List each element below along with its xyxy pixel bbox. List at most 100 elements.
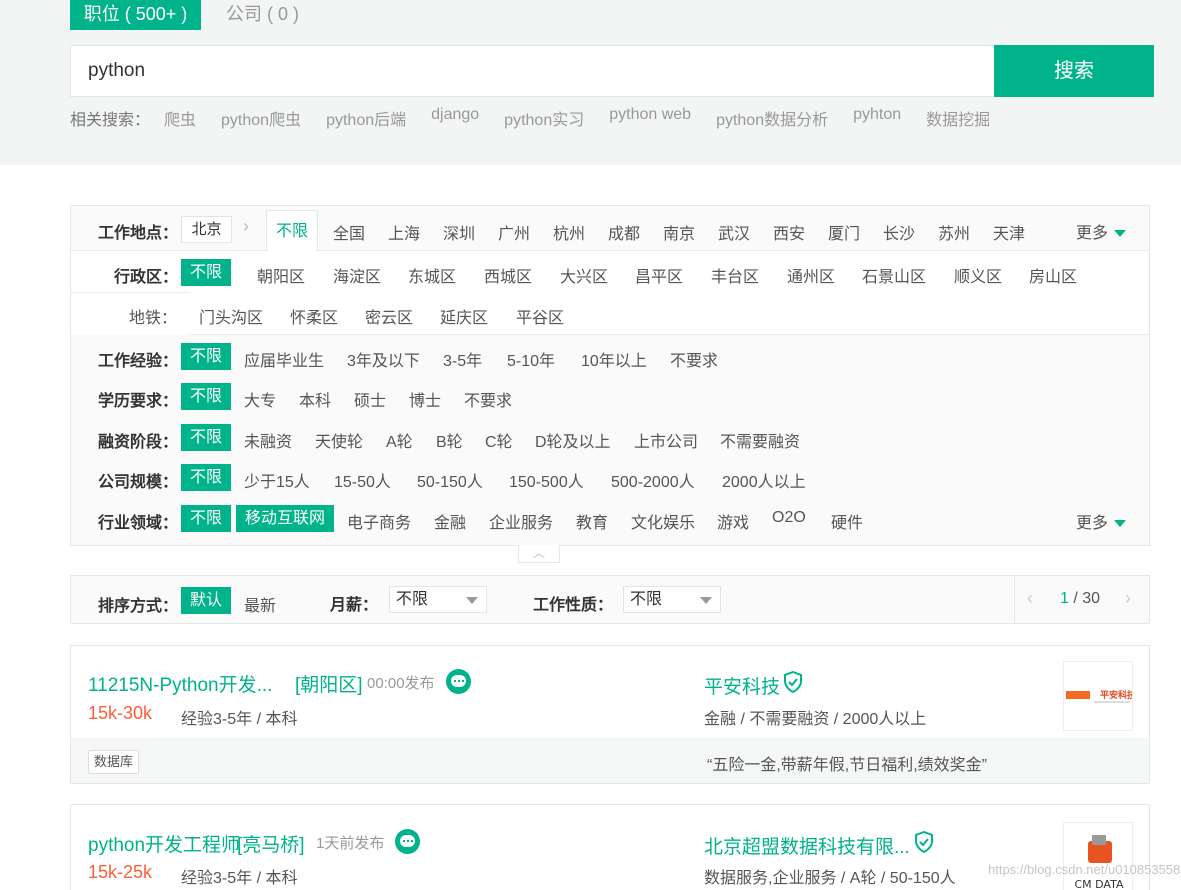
city-option[interactable]: 成都 xyxy=(608,220,640,244)
related-item[interactable]: python后端 xyxy=(326,106,406,130)
related-item[interactable]: python实习 xyxy=(504,106,584,130)
skill-tag[interactable]: 数据库 xyxy=(88,750,140,774)
related-item[interactable]: python web xyxy=(609,106,691,130)
education-active[interactable]: 不限 xyxy=(181,383,232,410)
district-option[interactable]: 顺义区 xyxy=(954,263,1002,287)
nature-select[interactable]: 不限 xyxy=(623,586,721,613)
district-option[interactable]: 东城区 xyxy=(408,263,456,287)
industry-option[interactable]: 电子商务 xyxy=(347,509,411,533)
funding-option[interactable]: B轮 xyxy=(436,428,463,452)
company-name[interactable]: 平安科技 xyxy=(704,672,780,699)
prev-page-icon[interactable]: ‹ xyxy=(1027,588,1033,609)
experience-option[interactable]: 3年及以下 xyxy=(347,347,420,371)
experience-active[interactable]: 不限 xyxy=(181,343,232,370)
industry-option[interactable]: 企业服务 xyxy=(489,509,553,533)
industry-option[interactable]: 教育 xyxy=(576,509,608,533)
district-option[interactable]: 平谷区 xyxy=(516,304,564,328)
search-input[interactable] xyxy=(70,45,994,97)
education-option[interactable]: 大专 xyxy=(244,387,276,411)
district-option[interactable]: 海淀区 xyxy=(333,263,381,287)
job-card[interactable]: 11215N-Python开发... [朝阳区] 00:00发布 15k-30k… xyxy=(70,645,1150,784)
experience-option[interactable]: 5-10年 xyxy=(507,347,555,371)
district-option[interactable]: 密云区 xyxy=(365,304,413,328)
industry-active[interactable]: 不限 xyxy=(181,505,232,532)
funding-option[interactable]: D轮及以上 xyxy=(535,428,611,452)
district-option[interactable]: 延庆区 xyxy=(440,304,488,328)
next-page-icon[interactable]: › xyxy=(1125,588,1131,609)
size-option[interactable]: 500-2000人 xyxy=(611,468,695,492)
chat-icon[interactable] xyxy=(446,669,471,694)
more-cities-button[interactable]: 更多 xyxy=(1076,219,1127,243)
funding-option[interactable]: 上市公司 xyxy=(634,428,698,452)
experience-option[interactable]: 不要求 xyxy=(670,347,718,371)
city-option[interactable]: 长沙 xyxy=(883,220,915,244)
industry-option[interactable]: 游戏 xyxy=(717,509,749,533)
job-title[interactable]: python开发工程师 xyxy=(88,830,240,857)
tab-jobs[interactable]: 职位 ( 500+ ) xyxy=(70,0,201,30)
district-option[interactable]: 朝阳区 xyxy=(257,263,305,287)
current-city[interactable]: 北京 xyxy=(181,216,232,243)
collapse-filters-button[interactable]: ︿ xyxy=(518,545,560,563)
size-option[interactable]: 150-500人 xyxy=(509,468,584,492)
search-button[interactable]: 搜索 xyxy=(994,45,1154,97)
related-item[interactable]: 数据挖掘 xyxy=(926,106,990,130)
experience-option[interactable]: 3-5年 xyxy=(443,347,482,371)
funding-option[interactable]: 不需要融资 xyxy=(720,428,800,452)
district-option[interactable]: 怀柔区 xyxy=(290,304,338,328)
district-option[interactable]: 大兴区 xyxy=(560,263,608,287)
funding-option[interactable]: C轮 xyxy=(485,428,513,452)
size-active[interactable]: 不限 xyxy=(181,464,232,491)
funding-option[interactable]: 天使轮 xyxy=(315,428,363,452)
city-unlimited[interactable]: 不限 xyxy=(266,210,318,252)
city-option[interactable]: 厦门 xyxy=(828,220,860,244)
tab-companies[interactable]: 公司 ( 0 ) xyxy=(226,0,299,30)
education-option[interactable]: 硕士 xyxy=(354,387,386,411)
city-option[interactable]: 深圳 xyxy=(443,220,475,244)
job-card[interactable]: python开发工程师 [亮马桥] 1天前发布 15k-25k 经验3-5年 /… xyxy=(70,804,1150,890)
chat-icon[interactable] xyxy=(395,829,420,854)
related-item[interactable]: python爬虫 xyxy=(221,106,301,130)
salary-select[interactable]: 不限 xyxy=(389,586,487,613)
district-active[interactable]: 不限 xyxy=(181,259,232,286)
sort-default[interactable]: 默认 xyxy=(181,587,232,614)
size-option[interactable]: 2000人以上 xyxy=(722,468,806,492)
city-option[interactable]: 上海 xyxy=(388,220,420,244)
district-option[interactable]: 石景山区 xyxy=(862,263,926,287)
city-option[interactable]: 武汉 xyxy=(718,220,750,244)
education-option[interactable]: 博士 xyxy=(409,387,441,411)
education-option[interactable]: 不要求 xyxy=(464,387,512,411)
district-option[interactable]: 通州区 xyxy=(787,263,835,287)
district-option[interactable]: 昌平区 xyxy=(635,263,683,287)
city-option[interactable]: 苏州 xyxy=(938,220,970,244)
job-title[interactable]: 11215N-Python开发... xyxy=(88,670,272,697)
funding-active[interactable]: 不限 xyxy=(181,424,232,451)
education-option[interactable]: 本科 xyxy=(299,387,331,411)
city-option[interactable]: 广州 xyxy=(498,220,530,244)
related-item[interactable]: django xyxy=(431,106,479,130)
industry-option[interactable]: 硬件 xyxy=(831,509,863,533)
industry-option[interactable]: 文化娱乐 xyxy=(631,509,695,533)
size-option[interactable]: 少于15人 xyxy=(244,468,310,492)
district-option[interactable]: 西城区 xyxy=(484,263,532,287)
industry-option[interactable]: O2O xyxy=(772,509,806,527)
city-option[interactable]: 西安 xyxy=(773,220,805,244)
job-location[interactable]: [朝阳区] xyxy=(295,670,363,697)
industry-option[interactable]: 金融 xyxy=(434,509,466,533)
sort-latest[interactable]: 最新 xyxy=(244,592,276,616)
company-logo[interactable]: CM DATA xyxy=(1063,822,1133,890)
company-name[interactable]: 北京超盟数据科技有限... xyxy=(704,832,910,859)
district-option[interactable]: 丰台区 xyxy=(711,263,759,287)
related-item[interactable]: pyhton xyxy=(853,106,901,130)
size-option[interactable]: 15-50人 xyxy=(334,468,391,492)
more-industry-button[interactable]: 更多 xyxy=(1076,509,1127,533)
city-option[interactable]: 南京 xyxy=(663,220,695,244)
company-logo[interactable]: 平安科技 xyxy=(1063,661,1133,731)
funding-option[interactable]: 未融资 xyxy=(244,428,292,452)
district-option[interactable]: 门头沟区 xyxy=(199,304,263,328)
related-item[interactable]: python数据分析 xyxy=(716,106,828,130)
funding-option[interactable]: A轮 xyxy=(386,428,413,452)
job-location[interactable]: [亮马桥] xyxy=(237,830,305,857)
experience-option[interactable]: 10年以上 xyxy=(581,347,647,371)
size-option[interactable]: 50-150人 xyxy=(417,468,483,492)
related-item[interactable]: 爬虫 xyxy=(164,106,196,130)
